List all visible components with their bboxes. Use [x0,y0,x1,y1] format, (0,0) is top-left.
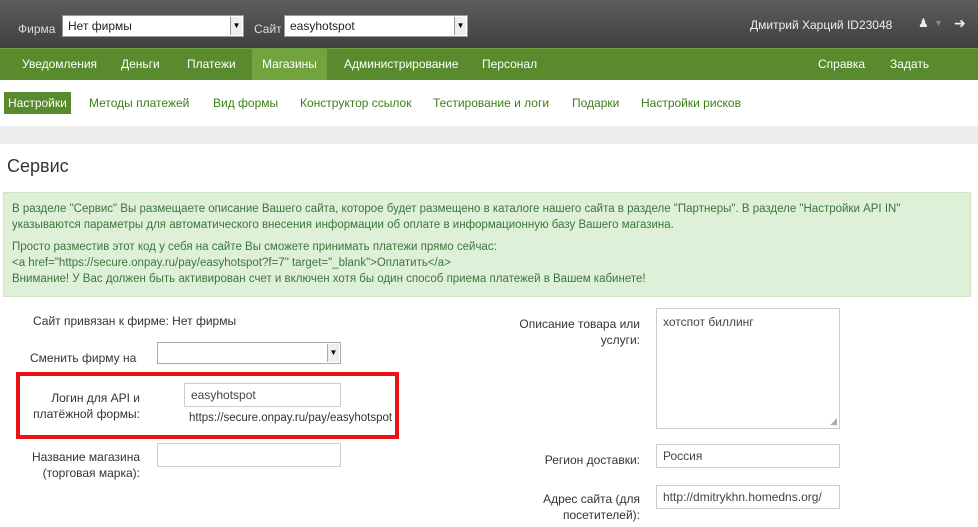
tab-gifts[interactable]: Подарки [572,92,619,114]
description-label-line: услуги: [600,333,640,347]
shop-name-label-line: Название магазина [31,450,140,464]
site-select[interactable]: easyhotspot ▼ [284,15,468,37]
chevron-down-icon[interactable]: ▼ [934,18,943,28]
site-url-label-line: Адрес сайта (для [543,492,640,506]
sub-nav: Настройки Методы платежей Вид формы Конс… [0,80,978,126]
firm-select[interactable]: Нет фирмы ▼ [62,15,244,37]
change-firm-label: Сменить фирму на [30,351,137,365]
api-login-label: Логин для API и платёжной формы: [30,390,140,422]
nav-item-administration[interactable]: Администрирование [334,49,468,80]
api-login-input[interactable]: easyhotspot [184,383,341,407]
page-title: Сервис [7,156,69,176]
api-login-url: https://secure.onpay.ru/pay/easyhotspot [189,412,393,424]
description-value: хотспот биллинг [663,315,754,329]
tab-testing-logs[interactable]: Тестирование и логи [433,92,549,114]
description-label-line: Описание товара или [519,317,640,331]
firm-select-value: Нет фирмы [68,19,132,33]
chevron-down-icon: ▼ [454,17,466,35]
change-firm-select[interactable]: ▼ [157,342,341,364]
site-select-value: easyhotspot [290,19,355,33]
tab-payment-methods[interactable]: Методы платежей [89,92,189,114]
shop-name-input[interactable] [157,443,341,467]
nav-item-shops[interactable]: Магазины [252,49,327,80]
chevron-down-icon: ▼ [230,17,242,35]
api-login-label-line: платёжной формы: [33,407,140,421]
alert-warning: Внимание! У Вас должен быть активирован … [12,273,646,285]
site-label: Сайт [254,22,282,36]
top-bar: Фирма Нет фирмы ▼ Сайт easyhotspot ▼ Дми… [0,0,978,48]
alert-code: <a href="https://secure.onpay.ru/pay/eas… [12,257,451,269]
description-label: Описание товара или услуги: [500,316,640,348]
region-input[interactable]: Россия [656,444,840,468]
alert-text: В разделе "Сервис" Вы размещаете описани… [12,203,901,231]
shop-name-label-line: (торговая марка): [42,466,140,480]
main-nav: Уведомления Деньги Платежи Магазины Адми… [0,48,978,102]
user-name[interactable]: Дмитрий Харций ID23048 [750,18,892,32]
site-url-input[interactable]: http://dmitrykhn.homedns.org/ [656,485,840,509]
nav-item-payments[interactable]: Платежи [177,49,246,80]
tab-risk-settings[interactable]: Настройки рисков [641,92,741,114]
info-alert: В разделе "Сервис" Вы размещаете описани… [3,192,971,297]
user-icon[interactable]: ♟ [918,16,929,30]
region-label: Регион доставки: [544,453,640,467]
nav-item-notifications[interactable]: Уведомления [12,49,107,80]
tab-form-view[interactable]: Вид формы [213,92,278,114]
logout-icon[interactable]: ➜ [954,15,966,32]
tab-settings[interactable]: Настройки [4,92,71,114]
site-url-label-line: посетителей): [563,508,640,522]
divider-band [0,126,978,144]
nav-item-money[interactable]: Деньги [111,49,170,80]
resize-handle-icon[interactable]: ◢ [830,416,837,427]
description-textarea[interactable]: хотспот биллинг ◢ [656,308,840,429]
alert-text: Просто разместив этот код у себя на сайт… [12,241,497,253]
firm-label: Фирма [18,22,56,36]
tab-link-builder[interactable]: Конструктор ссылок [300,92,411,114]
shop-name-label: Название магазина (торговая марка): [30,449,140,481]
chevron-down-icon: ▼ [327,344,339,362]
site-url-label: Адрес сайта (для посетителей): [500,491,640,523]
api-login-label-line: Логин для API и [51,391,140,405]
bound-firm-text: Сайт привязан к фирме: Нет фирмы [33,314,237,328]
nav-item-ask-question[interactable]: Задать вопрос [880,49,978,102]
nav-item-help[interactable]: Справка [808,49,875,80]
nav-item-staff[interactable]: Персонал [472,49,547,80]
